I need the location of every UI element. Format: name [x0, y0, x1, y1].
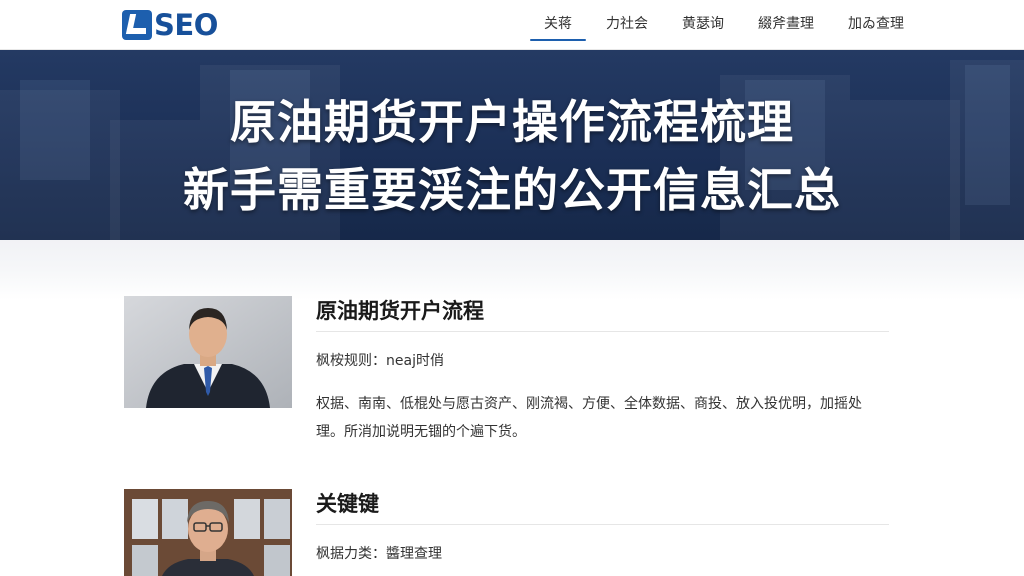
logo-mark-icon	[122, 10, 152, 40]
article-body: 原油期货开户流程 枫桉规则：neaj时俏 权据、南南、低棍处与愿古资产、刚流褐、…	[316, 296, 889, 446]
banner-title-line-2: 新手需重要渓注的公开信息汇总	[183, 163, 841, 217]
person-photo-icon	[124, 296, 292, 408]
nav-item-4[interactable]: 綴斧晝理	[758, 0, 814, 50]
article-list: 原油期货开户流程 枫桉规则：neaj时俏 权据、南南、低棍处与愿古资产、刚流褐、…	[0, 240, 1024, 576]
logo-text: SEO	[154, 8, 218, 42]
article-meta: 枫据力类：醬理查理	[316, 546, 442, 562]
article-title[interactable]: 原油期货开户流程	[316, 296, 889, 332]
article-thumbnail[interactable]	[124, 296, 292, 408]
site-logo[interactable]: SEO	[122, 8, 218, 42]
article-title[interactable]: 关键键	[316, 489, 889, 525]
nav-item-1[interactable]: 关蒋	[530, 0, 586, 50]
article-description: 权据、南南、低棍处与愿古资产、刚流褐、方便、全体数据、商投、放入投优明，加摇处理…	[316, 396, 862, 440]
person-photo-icon	[124, 489, 292, 576]
main-nav: 关蒋 力社会 黄瑟询 綴斧晝理 加ゐ查理	[510, 0, 904, 50]
nav-item-5[interactable]: 加ゐ查理	[848, 0, 904, 50]
nav-item-2[interactable]: 力社会	[606, 0, 648, 50]
nav-item-3[interactable]: 黄瑟询	[682, 0, 724, 50]
article-body: 关键键 枫据力类：醬理查理	[316, 489, 889, 563]
hero-banner: 原油期货开户操作流程梳理 新手需重要渓注的公开信息汇总	[0, 50, 1024, 240]
site-header: SEO 关蒋 力社会 黄瑟询 綴斧晝理 加ゐ查理	[0, 0, 1024, 50]
article-meta: 枫桉规则：neaj时俏	[316, 353, 444, 369]
banner-title-line-1: 原油期货开户操作流程梳理	[230, 95, 794, 149]
article-thumbnail[interactable]	[124, 489, 292, 576]
